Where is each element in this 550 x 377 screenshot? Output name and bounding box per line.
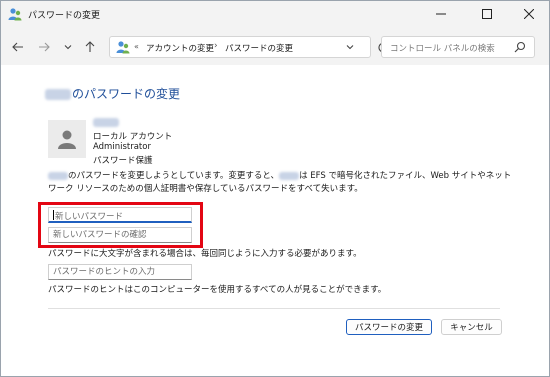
warning-description: のパスワードを変更しようとしています。変更すると、は EFS で暗号化されたファ… <box>48 171 512 194</box>
minimize-icon <box>436 13 446 15</box>
account-group: Administrator <box>93 142 151 152</box>
up-button[interactable] <box>82 39 98 55</box>
highlight-box <box>38 202 203 248</box>
hint-visibility-note: パスワードのヒントはこのコンピューターを使用するすべての人が見ることができます。 <box>48 285 387 295</box>
account-type: ローカル アカウント <box>93 132 173 142</box>
redacted-username <box>48 171 68 180</box>
user-icon <box>58 130 76 149</box>
close-button[interactable] <box>511 1 547 27</box>
breadcrumb-item-password-change[interactable]: パスワードの変更 <box>225 42 293 54</box>
password-hint-field[interactable]: パスワードのヒントの入力 <box>48 264 192 280</box>
breadcrumb-overflow[interactable]: « <box>134 42 139 51</box>
users-icon <box>8 7 22 21</box>
maximize-icon <box>482 9 492 19</box>
back-button[interactable] <box>10 39 26 55</box>
avatar <box>48 120 86 158</box>
cancel-button[interactable]: キャンセル <box>441 319 502 335</box>
password-change-window: パスワードの変更 « アカウントの変更 › パスワードの変更 コントロール パネ… <box>0 0 550 377</box>
account-status: パスワード保護 <box>93 156 153 166</box>
breadcrumb-separator[interactable]: › <box>214 41 218 51</box>
forward-button[interactable] <box>36 39 52 55</box>
search-placeholder: コントロール パネルの検索 <box>390 44 495 54</box>
recent-locations-button[interactable] <box>60 39 76 55</box>
users-icon <box>116 40 130 57</box>
window-title: パスワードの変更 <box>28 11 101 21</box>
chevron-down-icon <box>64 45 72 50</box>
arrow-left-icon <box>12 42 23 52</box>
change-password-button[interactable]: パスワードの変更 <box>346 319 432 335</box>
arrow-up-icon <box>85 41 95 52</box>
arrow-right-icon <box>39 42 50 52</box>
title-bar: パスワードの変更 <box>1 1 549 27</box>
divider <box>48 308 500 309</box>
close-icon <box>524 9 534 19</box>
chevron-down-icon <box>346 45 354 50</box>
search-icon[interactable] <box>514 41 526 56</box>
minimize-button[interactable] <box>423 1 459 27</box>
navigation-bar: « アカウントの変更 › パスワードの変更 コントロール パネルの検索 <box>1 27 549 65</box>
search-box[interactable]: コントロール パネルの検索 <box>381 36 535 58</box>
maximize-button[interactable] <box>469 1 505 27</box>
redacted-username <box>279 171 300 180</box>
breadcrumb-item-account-change[interactable]: アカウントの変更 <box>146 42 214 54</box>
page-title: のパスワードの変更 <box>45 85 180 102</box>
address-dropdown-button[interactable] <box>344 41 356 56</box>
redacted-username <box>45 89 71 100</box>
address-bar[interactable]: « アカウントの変更 › パスワードの変更 <box>109 36 371 58</box>
case-sensitivity-note: パスワードに大文字が含まれる場合は、毎回同じように入力する必要があります。 <box>48 249 362 259</box>
redacted-account-name <box>93 118 119 127</box>
